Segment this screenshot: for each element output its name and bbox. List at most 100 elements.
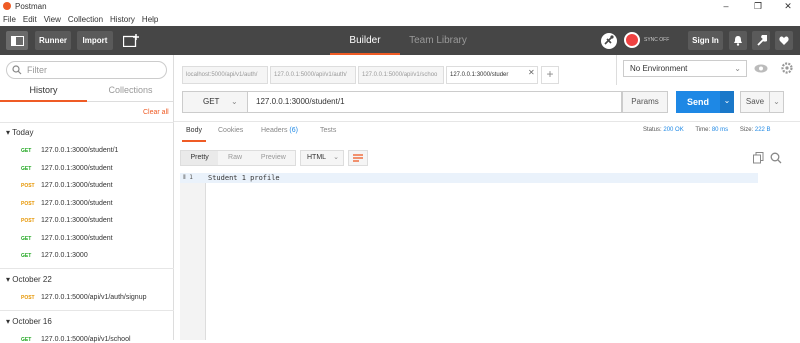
- history-url: 127.0.0.1:3000/student: [41, 217, 113, 224]
- view-raw-button[interactable]: Raw: [218, 151, 251, 165]
- view-mode-group: Pretty Raw Preview: [180, 150, 296, 166]
- search-icon[interactable]: [770, 152, 782, 164]
- menu-history[interactable]: History: [110, 15, 135, 24]
- group-label: October 22: [12, 275, 52, 284]
- history-url: 127.0.0.1:3000/student: [41, 182, 113, 189]
- runner-button[interactable]: Runner: [35, 31, 71, 50]
- sync-status-label: SYNC OFF: [644, 37, 670, 43]
- history-item[interactable]: POST 127.0.0.1:3000/student: [21, 182, 113, 189]
- sidebar-layout-icon: [10, 35, 24, 46]
- history-url: 127.0.0.1:3000/student: [41, 235, 113, 242]
- history-item[interactable]: GET 127.0.0.1:3000/student: [21, 235, 113, 242]
- menu-view[interactable]: View: [44, 15, 61, 24]
- tab-headers[interactable]: Headers (6): [261, 127, 298, 134]
- line-number-value: 1: [189, 174, 193, 181]
- history-item[interactable]: POST 127.0.0.1:5000/api/v1/auth/signup: [21, 294, 146, 301]
- new-window-icon: [123, 34, 139, 47]
- filter-input[interactable]: Filter: [6, 61, 167, 79]
- environment-select[interactable]: No Environment ⌄: [623, 60, 747, 77]
- menu-collection[interactable]: Collection: [68, 15, 103, 24]
- history-url: 127.0.0.1:3000/student/1: [41, 147, 119, 154]
- maximize-icon[interactable]: ❐: [748, 0, 768, 12]
- method-select[interactable]: GET ⌄: [182, 91, 248, 113]
- response-body-text[interactable]: Student 1 profile: [208, 174, 280, 182]
- method-badge: GET: [21, 165, 32, 172]
- close-window-icon[interactable]: ✕: [778, 0, 798, 12]
- time-value: 80 ms: [711, 127, 729, 133]
- sync-status-icon[interactable]: [624, 32, 640, 48]
- chevron-down-icon: ⌄: [231, 97, 238, 106]
- window-title: Postman: [15, 1, 47, 11]
- eye-icon[interactable]: [754, 64, 768, 73]
- divider: [174, 121, 800, 122]
- menu-file[interactable]: File: [3, 15, 16, 24]
- divider: [0, 268, 174, 269]
- team-library-tab[interactable]: Team Library: [400, 26, 476, 55]
- history-group-october-16[interactable]: ▾ October 16: [6, 317, 52, 326]
- add-tab-button[interactable]: +: [541, 66, 559, 84]
- history-group-october-22[interactable]: ▾ October 22: [6, 275, 52, 284]
- request-tab-active[interactable]: 127.0.0.1:3000/studer: [446, 66, 538, 84]
- request-tab[interactable]: 127.0.0.1:5000/api/v1/schoo: [358, 66, 444, 84]
- view-pretty-button[interactable]: Pretty: [181, 151, 219, 165]
- method-badge: POST: [21, 200, 35, 207]
- history-item[interactable]: GET 127.0.0.1:3000/student: [21, 165, 113, 172]
- history-url: 127.0.0.1:5000/api/v1/auth/signup: [41, 294, 147, 301]
- format-label: HTML: [307, 154, 327, 161]
- history-item[interactable]: POST 127.0.0.1:3000/student: [21, 200, 113, 207]
- history-url: 127.0.0.1:3000: [41, 252, 88, 259]
- copy-icon[interactable]: [753, 152, 764, 164]
- new-window-button[interactable]: [119, 31, 143, 50]
- main-toolbar: Runner Import Builder Team Library SYNC …: [0, 26, 800, 55]
- format-select[interactable]: HTML ⌄: [300, 150, 344, 166]
- status-value: 200 OK: [663, 127, 684, 133]
- history-item[interactable]: GET 127.0.0.1:3000/student/1: [21, 147, 118, 154]
- chevron-down-icon: ⌄: [723, 96, 731, 105]
- params-button[interactable]: Params: [622, 91, 668, 113]
- request-tab[interactable]: localhost:5000/api/v1/auth/: [182, 66, 268, 84]
- menu-edit[interactable]: Edit: [23, 15, 37, 24]
- tab-body[interactable]: Body: [182, 127, 206, 142]
- heart-icon: [779, 36, 789, 45]
- request-tab[interactable]: 127.0.0.1:5000/api/v1/auth/: [270, 66, 356, 84]
- view-preview-button[interactable]: Preview: [252, 151, 295, 165]
- url-input[interactable]: 127.0.0.1:3000/student/1: [248, 91, 622, 113]
- send-button[interactable]: Send: [676, 91, 720, 113]
- history-item[interactable]: GET 127.0.0.1:3000: [21, 252, 88, 259]
- wrap-lines-button[interactable]: [348, 150, 368, 166]
- history-group-today[interactable]: ▾ Today: [6, 128, 33, 137]
- chevron-down-icon: ⌄: [773, 97, 780, 106]
- divider: [0, 122, 174, 123]
- sign-in-button[interactable]: Sign In: [688, 31, 723, 50]
- send-options-button[interactable]: ⌄: [720, 91, 734, 113]
- save-button[interactable]: Save: [740, 91, 770, 113]
- minimize-icon[interactable]: –: [716, 0, 736, 12]
- method-badge: POST: [21, 294, 35, 301]
- interceptor-button[interactable]: [601, 33, 617, 49]
- search-icon: [12, 65, 22, 75]
- method-badge: POST: [21, 182, 35, 189]
- support-button[interactable]: [775, 31, 793, 50]
- notifications-button[interactable]: [729, 31, 747, 50]
- tab-collections[interactable]: Collections: [87, 82, 174, 102]
- clear-all-link[interactable]: Clear all: [143, 109, 169, 116]
- tab-history[interactable]: History: [0, 82, 87, 102]
- tab-cookies[interactable]: Cookies: [218, 127, 243, 134]
- sidebar: Filter History Collections Clear all ▾ T…: [0, 55, 174, 343]
- builder-tab[interactable]: Builder: [330, 26, 400, 55]
- method-label: GET: [203, 97, 220, 106]
- response-meta: Status: 200 OK Time: 80 ms Size: 222 B: [643, 127, 771, 133]
- request-builder: localhost:5000/api/v1/auth/ 127.0.0.1:50…: [174, 55, 800, 340]
- gear-icon[interactable]: [781, 62, 793, 74]
- fold-icon[interactable]: ⦀: [183, 174, 186, 181]
- tab-tests[interactable]: Tests: [320, 127, 336, 134]
- save-options-button[interactable]: ⌄: [770, 91, 784, 113]
- menu-bar: File Edit View Collection History Help: [0, 12, 800, 26]
- divider: [0, 310, 174, 311]
- import-button[interactable]: Import: [77, 31, 113, 50]
- toggle-sidebar-button[interactable]: [6, 31, 28, 50]
- close-tab-icon[interactable]: ✕: [528, 68, 535, 77]
- history-item[interactable]: POST 127.0.0.1:3000/student: [21, 217, 113, 224]
- settings-button[interactable]: [752, 31, 770, 50]
- menu-help[interactable]: Help: [142, 15, 158, 24]
